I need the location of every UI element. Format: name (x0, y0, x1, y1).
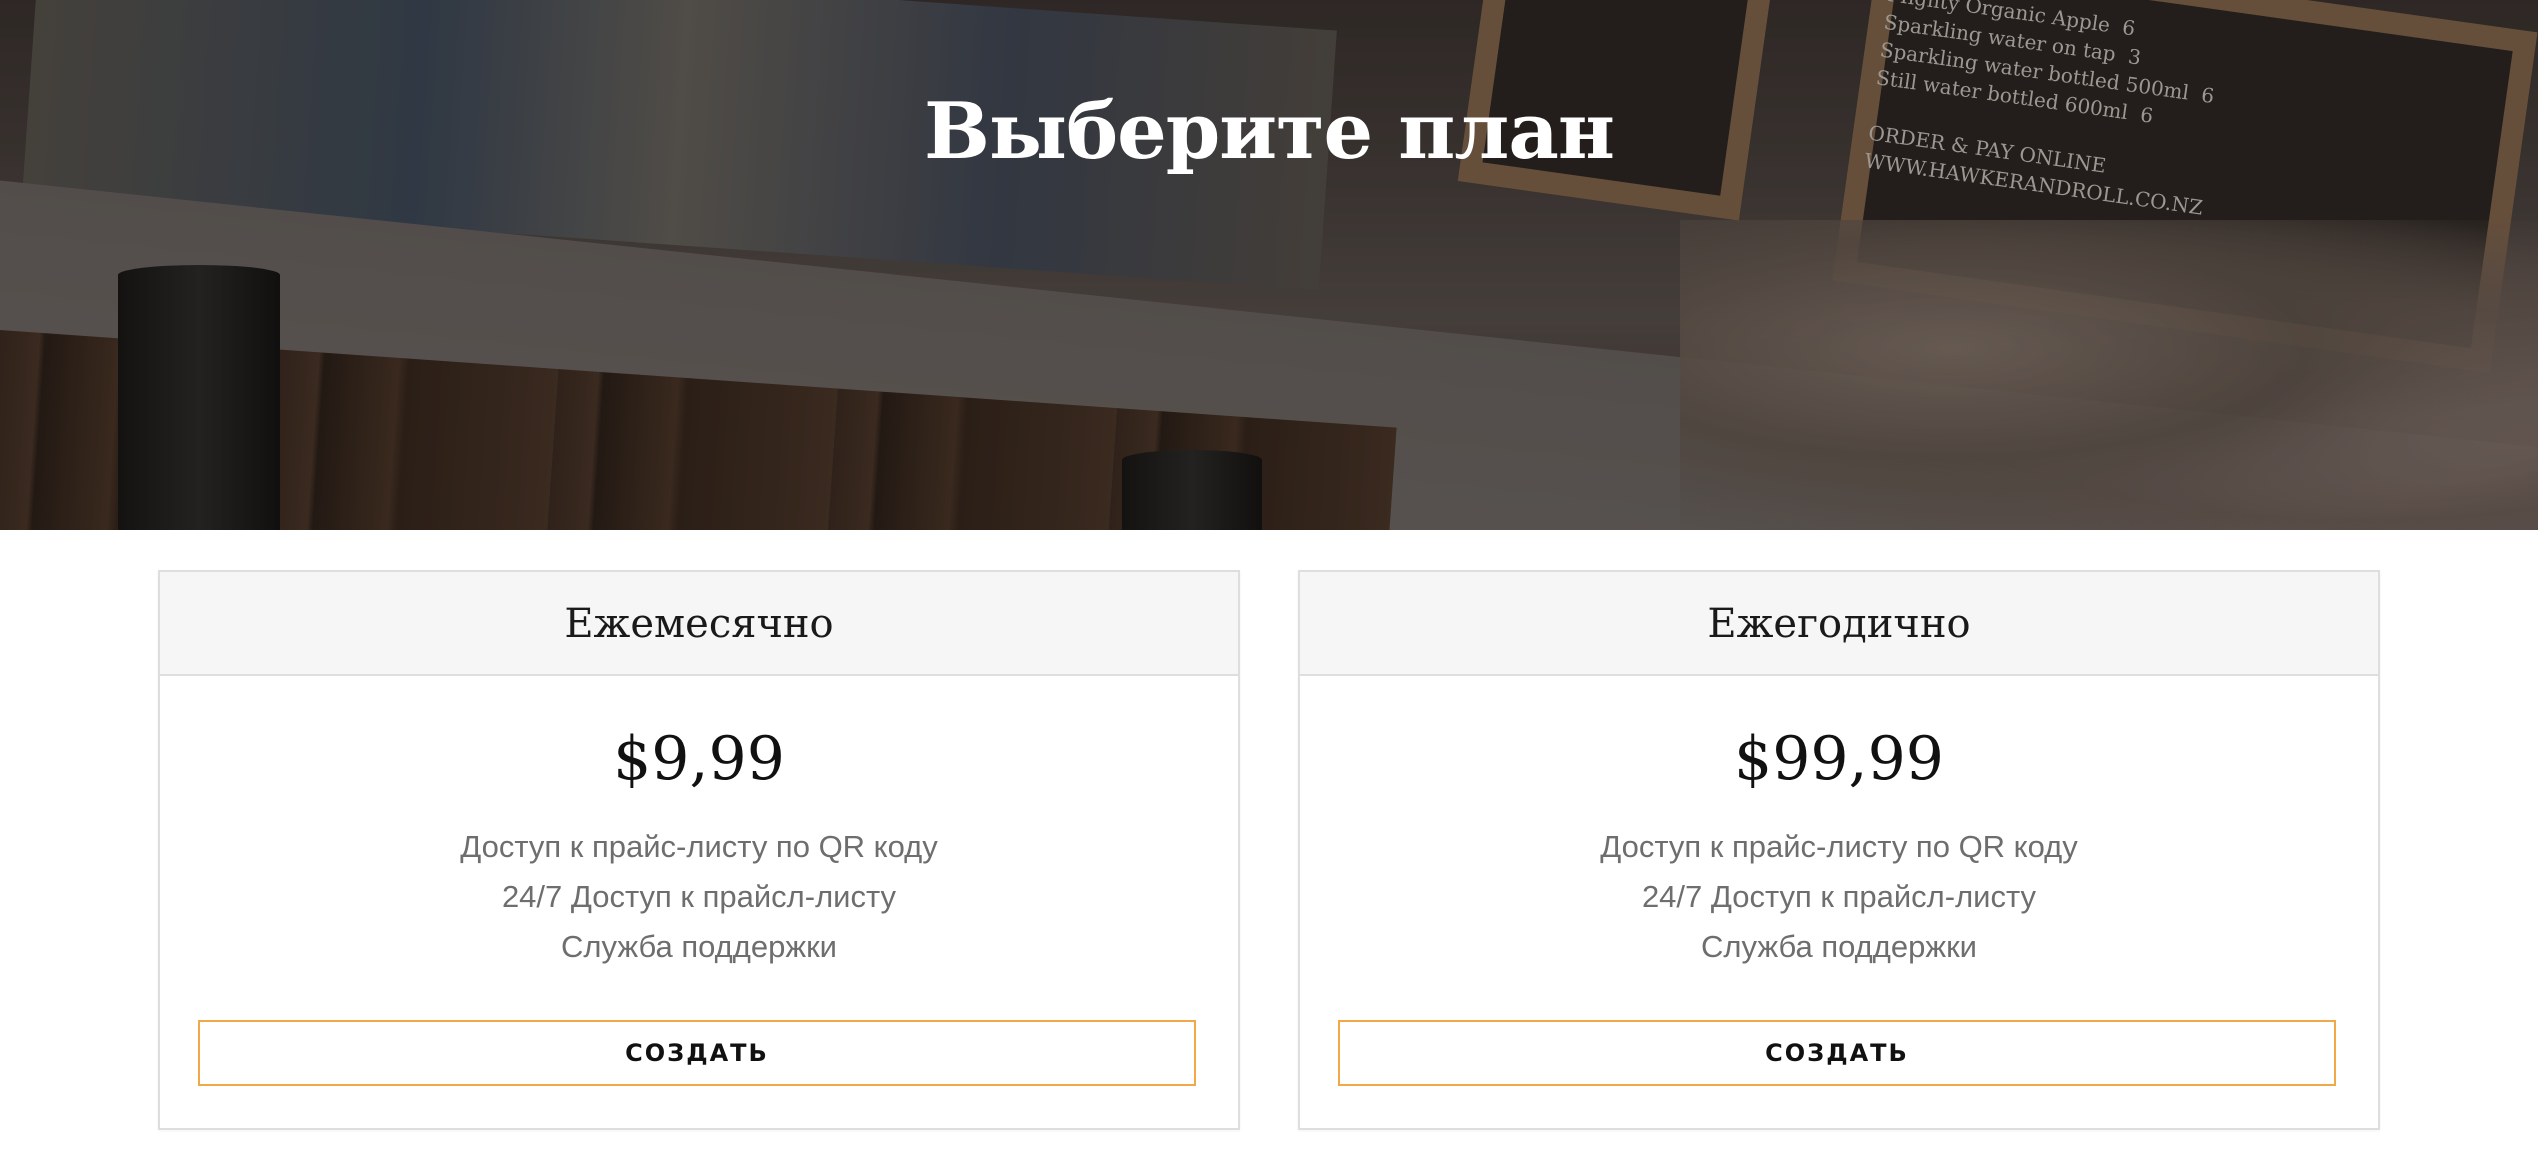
hero-overlay (0, 0, 2538, 530)
plan-name: Ежемесячно (160, 572, 1238, 676)
plan-name: Ежегодично (1300, 572, 2378, 676)
plan-feature: Доступ к прайс-листу по QR коду (460, 829, 938, 864)
plan-feature: Служба поддержки (1701, 929, 1977, 964)
plan-price: $9,99 (613, 724, 785, 794)
create-button-yearly[interactable]: СОЗДАТЬ (1338, 1020, 2336, 1086)
plan-features: Доступ к прайс-листу по QR коду 24/7 Дос… (160, 822, 1238, 972)
plan-feature: 24/7 Доступ к прайсл-листу (1641, 879, 2037, 914)
plan-features: Доступ к прайс-листу по QR коду 24/7 Дос… (1300, 822, 2378, 972)
pricing-plans: Ежемесячно $9,99 Доступ к прайс-листу по… (158, 570, 2380, 1130)
create-button-monthly[interactable]: СОЗДАТЬ (198, 1020, 1196, 1086)
plan-feature: Доступ к прайс-листу по QR коду (1600, 829, 2078, 864)
plan-price: $99,99 (1734, 724, 1944, 794)
plan-card-monthly: Ежемесячно $9,99 Доступ к прайс-листу по… (158, 570, 1240, 1130)
plan-feature: Служба поддержки (561, 929, 837, 964)
hero-banner: Mighty Organic Apple 6 Sparkling water o… (0, 0, 2538, 530)
page-title: Выберите план (924, 86, 1615, 177)
plan-feature: 24/7 Доступ к прайсл-листу (501, 879, 897, 914)
plan-card-yearly: Ежегодично $99,99 Доступ к прайс-листу п… (1298, 570, 2380, 1130)
